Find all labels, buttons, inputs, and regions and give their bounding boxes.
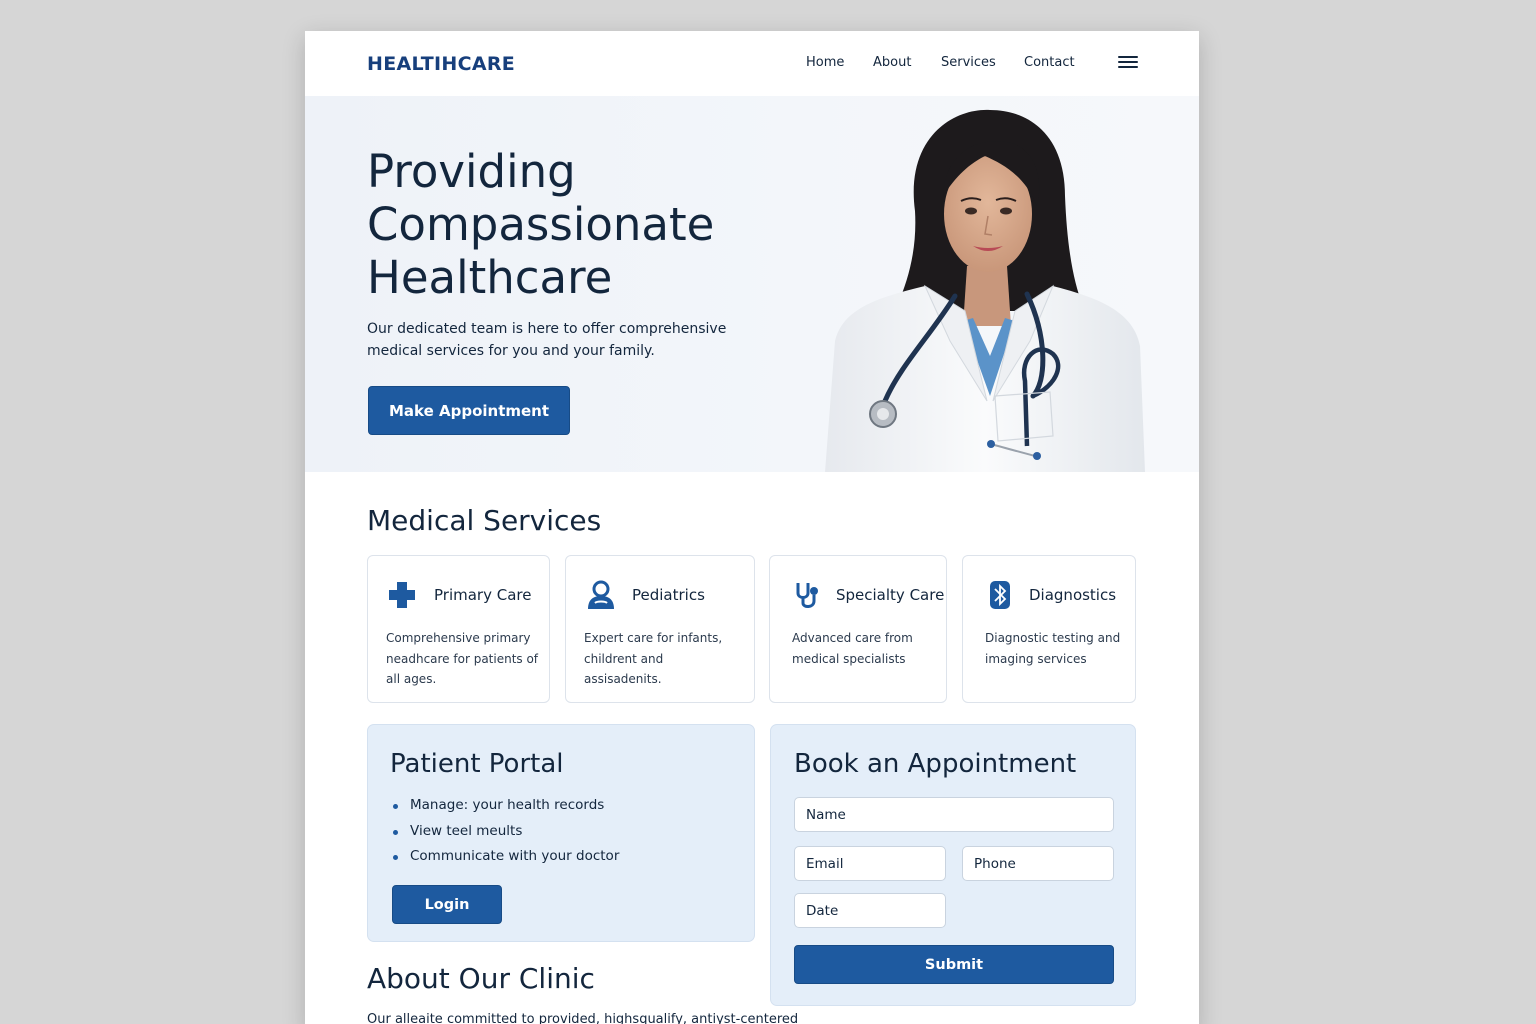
service-card-primary-care[interactable]: Primary Care Comprehensive primary neadh…	[367, 555, 550, 703]
login-button[interactable]: Login	[392, 885, 502, 924]
bluetooth-icon	[990, 581, 1010, 609]
hamburger-menu-icon[interactable]	[1118, 56, 1138, 70]
hero-title: Providing Compassionate Healthcare	[367, 145, 715, 304]
about-title: About Our Clinic	[367, 962, 595, 995]
submit-button[interactable]: Submit	[794, 945, 1114, 984]
nav-services[interactable]: Services	[941, 55, 996, 70]
nav-home[interactable]: Home	[806, 55, 844, 70]
book-appointment-title: Book an Appointment	[794, 749, 1077, 779]
hero-subtitle: Our dedicated team is here to offer comp…	[367, 321, 727, 359]
book-appointment-panel: Book an Appointment Submit	[770, 724, 1136, 1006]
list-item: Manage: your health records	[390, 793, 619, 819]
service-card-specialty-care[interactable]: Specialty Care Advanced care from medica…	[769, 555, 947, 703]
nav-contact[interactable]: Contact	[1024, 55, 1075, 70]
about-text: Our alleaite committed to provided, high…	[367, 1012, 799, 1024]
hero-section: Providing Compassionate Healthcare Our d…	[305, 96, 1199, 472]
service-description: Diagnostic testing and imaging services	[985, 631, 1121, 666]
service-description: Comprehensive primary neadhcare for pati…	[386, 631, 539, 686]
services-title: Medical Services	[367, 504, 602, 537]
patient-portal-panel: Patient Portal Manage: your health recor…	[367, 724, 755, 942]
service-description: Expert care for infants, childrent and a…	[584, 631, 723, 686]
service-title: Pediatrics	[632, 586, 705, 604]
service-card-pediatrics[interactable]: Pediatrics Expert care for infants, chil…	[565, 555, 755, 703]
service-title: Specialty Care	[836, 586, 945, 604]
phone-field[interactable]	[962, 846, 1114, 881]
site-logo[interactable]: HEALTIHCARE	[367, 53, 515, 75]
list-item: View teel meults	[390, 819, 619, 845]
doctor-photo	[825, 109, 1145, 472]
date-field[interactable]	[794, 893, 946, 928]
page: HEALTIHCARE Home About Services Contact …	[305, 31, 1199, 1024]
make-appointment-button[interactable]: Make Appointment	[368, 386, 570, 435]
service-card-diagnostics[interactable]: Diagnostics Diagnostic testing and imagi…	[962, 555, 1136, 703]
nav-about[interactable]: About	[873, 55, 911, 70]
name-field[interactable]	[794, 797, 1114, 832]
user-group-icon	[588, 580, 614, 609]
patient-portal-title: Patient Portal	[390, 749, 564, 779]
service-description: Advanced care from medical specialists	[792, 631, 913, 666]
list-item: Communicate with your doctor	[390, 844, 619, 870]
service-title: Primary Care	[434, 586, 532, 604]
medical-cross-icon	[389, 582, 415, 608]
email-field[interactable]	[794, 846, 946, 881]
portal-feature-list: Manage: your health records View teel me…	[390, 793, 619, 870]
service-title: Diagnostics	[1029, 586, 1117, 604]
stethoscope-icon	[796, 583, 818, 608]
